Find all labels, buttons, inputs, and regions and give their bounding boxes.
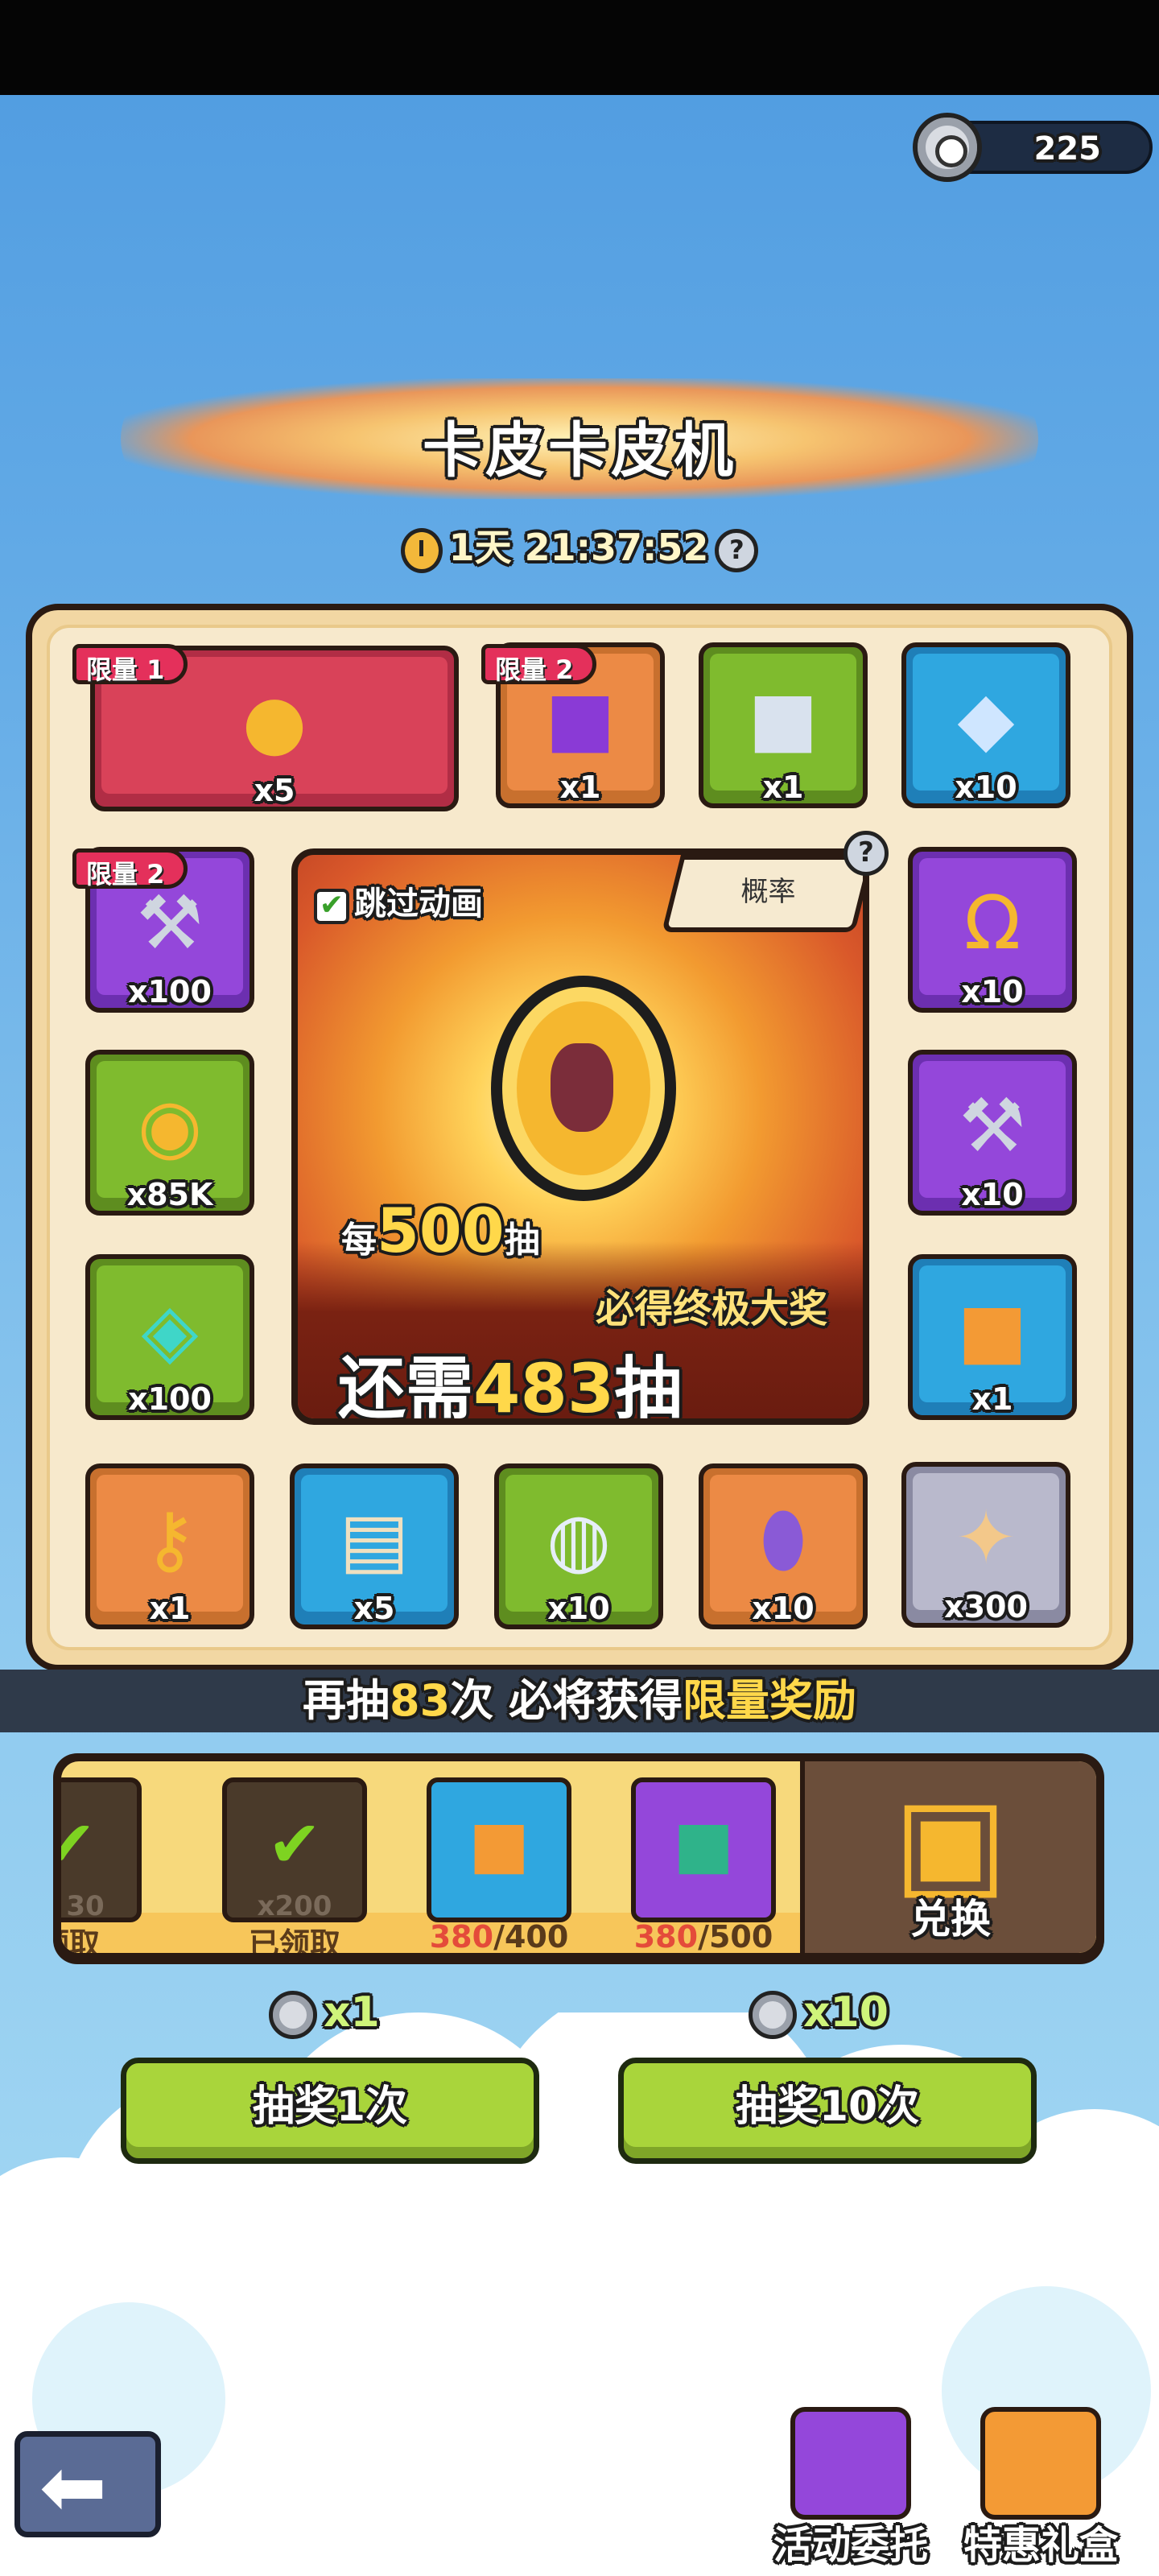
bone-icon: ✦	[955, 1495, 1017, 1582]
prize-cell-silver-chest: ■ x1	[699, 642, 868, 808]
crystal-icon: ◆	[957, 675, 1015, 762]
key-icon: ⚷	[142, 1496, 197, 1583]
prize-cell-scroll: ▤ x5	[290, 1463, 459, 1629]
limit-reward-hint: 再抽83次 必将获得限量奖励	[0, 1670, 1159, 1732]
chest-icon: ■	[468, 1806, 530, 1882]
check-icon: ✔	[267, 1806, 322, 1882]
track-label: 领取	[61, 1926, 100, 1953]
rune-stone-icon: ◍	[546, 1496, 612, 1583]
probability-help-icon[interactable]: ?	[843, 831, 889, 876]
jackpot-coin-icon	[491, 976, 676, 1201]
hammer-icon: ⚒	[136, 880, 204, 967]
event-task-button[interactable]: 活动委托	[766, 2402, 935, 2568]
track-label: 已领取	[248, 1926, 340, 1953]
prize-cell-bone: ✦ x300	[901, 1462, 1070, 1628]
scroll-icon: ▤	[339, 1496, 410, 1583]
prize-cell-gold-chest: ■ x1	[908, 1254, 1077, 1420]
token-coin-icon	[913, 113, 982, 182]
prize-cell-gold-coin: ◉ x85K	[85, 1050, 254, 1216]
back-button[interactable]: ⬅	[14, 2431, 161, 2537]
track-progress: 380/400	[429, 1919, 569, 1953]
prize-cell-egg: ⬮ x10	[699, 1463, 868, 1629]
draw-ten-button[interactable]: 抽奖10次	[618, 2058, 1037, 2164]
limit-badge: 限量 2	[481, 644, 597, 685]
paw-chest-icon: ■	[673, 1806, 734, 1882]
prize-cell-hammer-2: ⚒ x10	[908, 1050, 1077, 1216]
capybara-coin-icon: ●	[241, 679, 307, 766]
skip-animation-toggle[interactable]: ✔ 跳过动画	[314, 877, 483, 924]
prize-cell-rune: ◍ x10	[494, 1463, 663, 1629]
purple-chest-icon: ■	[545, 675, 616, 762]
single-draw-cost: x1	[269, 1988, 380, 2039]
token-icon	[749, 1991, 797, 2039]
gold-chest-icon: ■	[957, 1287, 1028, 1374]
reward-track: ✔ 30 领取 ✔ x200 已领取 ■ 380/400 ■ 380/500 ▣…	[53, 1753, 1104, 1964]
limit-badge: 限量 1	[72, 644, 188, 685]
guarantee-text: 必得终极大奖	[595, 1286, 827, 1331]
ten-draw-cost: x10	[749, 1988, 889, 2039]
timer-text: 1天 21:37:52	[448, 526, 709, 569]
egg-icon: ⬮	[760, 1496, 806, 1583]
horseshoe-icon: Ω	[963, 880, 1021, 967]
gift-box-icon	[980, 2407, 1101, 2520]
clipboard-icon	[790, 2407, 911, 2520]
teal-gem-icon: ◈	[141, 1287, 199, 1374]
probability-button[interactable]: 概率	[662, 855, 863, 932]
gold-coin-icon: ◉	[137, 1083, 203, 1170]
prize-cell-key: ⚷ x1	[85, 1463, 254, 1629]
token-icon	[269, 1991, 317, 2039]
page-title: 卡皮卡皮机	[423, 416, 736, 485]
exchange-button[interactable]: ▣ 兑换	[800, 1761, 1096, 1953]
track-reward-chest[interactable]: ■	[427, 1777, 571, 1922]
checkbox-icon: ✔	[314, 889, 349, 924]
limit-badge: 限量 2	[72, 848, 188, 890]
check-icon: ✔	[61, 1806, 97, 1882]
jackpot-panel: ✔ 跳过动画 概率 每500抽 必得终极大奖 还需483抽	[291, 848, 869, 1425]
clock-icon	[400, 527, 443, 573]
currency-amount: 225	[1033, 130, 1102, 167]
status-bar	[0, 0, 1159, 95]
pity-every: 每500抽	[341, 1195, 540, 1266]
draw-once-button[interactable]: 抽奖1次	[121, 2058, 539, 2164]
prize-cell-teal-gem: ◈ x100	[85, 1254, 254, 1420]
gift-pack-button[interactable]: 特惠礼盒	[956, 2402, 1125, 2568]
track-reward-paw-chest[interactable]: ■	[631, 1777, 776, 1922]
arrow-left-icon: ⬅	[39, 2440, 107, 2534]
help-icon[interactable]: ?	[715, 528, 759, 572]
hammer-icon: ⚒	[959, 1083, 1026, 1170]
track-progress: 380/500	[633, 1919, 773, 1953]
remaining-draws: 还需483抽	[338, 1349, 683, 1425]
prize-cell-horseshoe: Ω x10	[908, 847, 1077, 1013]
event-timer: 1天 21:37:52?	[0, 518, 1159, 573]
silver-chest-icon: ■	[748, 675, 819, 762]
prize-cell-crystal: ◆ x10	[901, 642, 1070, 808]
